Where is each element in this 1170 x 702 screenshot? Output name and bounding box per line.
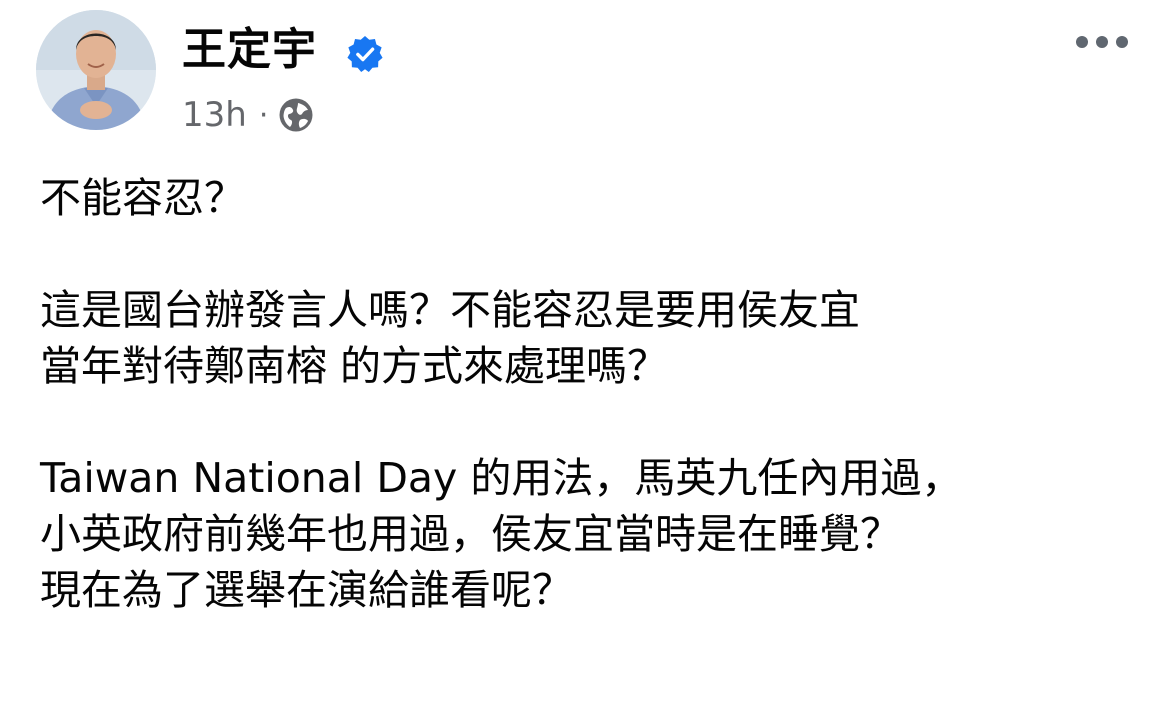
- verified-badge-icon: [347, 35, 383, 73]
- post-paragraph-2: 這是國台辦發言人嗎？不能容忍是要用侯友宜 當年對待鄭南榕 的方式來處理嗎？: [40, 282, 1140, 394]
- post-text: 不能容忍？ 這是國台辦發言人嗎？不能容忍是要用侯友宜 當年對待鄭南榕 的方式來處…: [40, 170, 1140, 618]
- post-line: 不能容忍？: [40, 174, 245, 222]
- post-line: Taiwan National Day 的用法，馬英九任內用過，: [40, 454, 963, 502]
- post-meta: 13h ·: [182, 95, 314, 135]
- more-options-button[interactable]: [1076, 32, 1128, 52]
- post-timestamp[interactable]: 13h: [182, 95, 247, 135]
- post-line: 小英政府前幾年也用過，侯友宜當時是在睡覺？: [40, 510, 901, 558]
- post-line: 現在為了選舉在演給誰看呢？: [40, 566, 573, 614]
- post-line: 這是國台辦發言人嗎？不能容忍是要用侯友宜: [40, 286, 860, 334]
- author-avatar[interactable]: [36, 10, 156, 130]
- post-line: 當年對待鄭南榕 的方式來處理嗎？: [40, 342, 669, 390]
- dot-icon: [1076, 36, 1088, 48]
- globe-icon[interactable]: [278, 97, 314, 133]
- post-header: 王定宇 13h ·: [36, 10, 1134, 135]
- avatar-photo: [36, 10, 156, 130]
- meta-separator: ·: [258, 97, 269, 133]
- dot-icon: [1096, 36, 1108, 48]
- dot-icon: [1116, 36, 1128, 48]
- author-name[interactable]: 王定宇: [182, 20, 317, 80]
- post-paragraph-3: Taiwan National Day 的用法，馬英九任內用過， 小英政府前幾年…: [40, 450, 1140, 618]
- post-paragraph-1: 不能容忍？: [40, 170, 1140, 226]
